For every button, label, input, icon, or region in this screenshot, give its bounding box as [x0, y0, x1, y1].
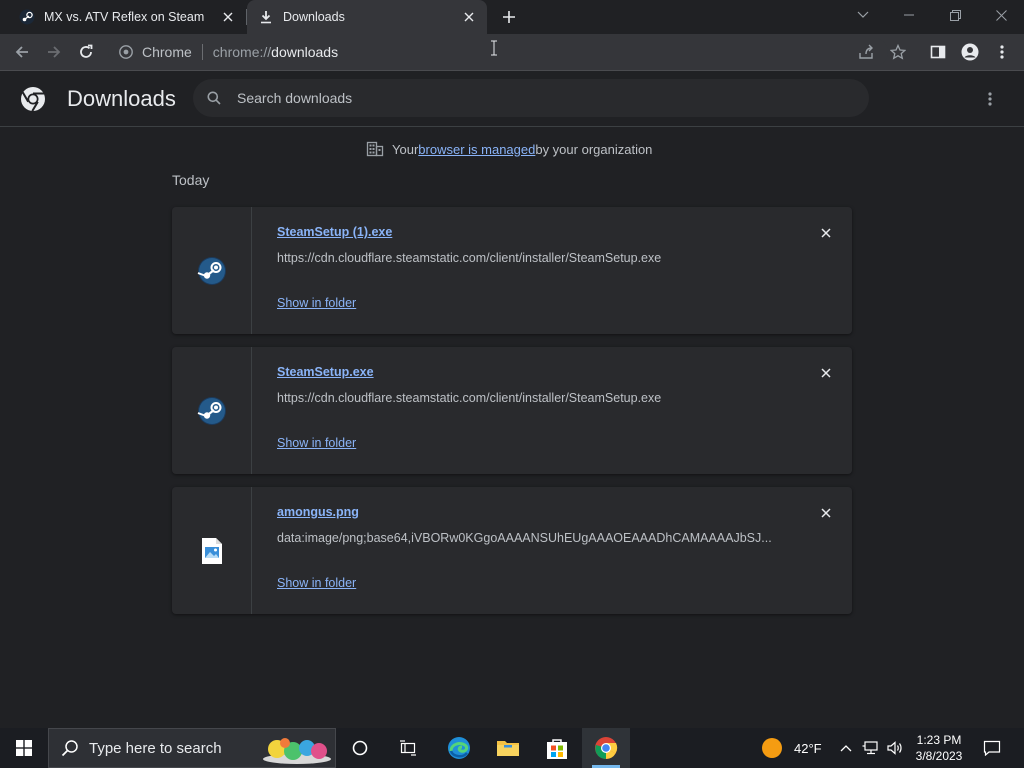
taskbar-search-placeholder: Type here to search: [89, 739, 222, 757]
search-icon: [61, 740, 78, 757]
address-bar[interactable]: Chrome chrome:// downloads: [108, 38, 888, 66]
remove-item-close-icon[interactable]: [818, 365, 834, 381]
taskbar-search-box[interactable]: Type here to search: [48, 728, 336, 768]
file-name-link[interactable]: SteamSetup.exe: [277, 365, 374, 379]
chrome-logo-icon: [20, 86, 46, 112]
downloads-header: Downloads: [0, 71, 1024, 127]
url-scheme: chrome://: [212, 44, 272, 60]
search-downloads-input[interactable]: [237, 90, 837, 106]
network-icon[interactable]: [860, 728, 882, 768]
volume-icon[interactable]: [884, 728, 906, 768]
chrome-icon: [595, 737, 618, 759]
omnibox-separator: [201, 44, 203, 60]
clock-time: 1:23 PM: [916, 733, 962, 747]
cortana-button[interactable]: [336, 728, 384, 768]
download-item: SteamSetup (1).exe https://cdn.cloudflar…: [172, 207, 852, 334]
taskbar-edge[interactable]: [435, 728, 483, 768]
file-name-link[interactable]: amongus.png: [277, 505, 359, 519]
chrome-icon: [118, 44, 134, 60]
sun-icon: [762, 738, 782, 758]
steam-icon: [197, 396, 226, 425]
edge-icon: [448, 737, 470, 759]
title-bar: MX vs. ATV Reflex on Steam Downloads: [0, 0, 1024, 34]
tab-title: MX vs. ATV Reflex on Steam: [44, 10, 205, 24]
taskbar-chrome[interactable]: [582, 728, 630, 768]
file-icon-column: [172, 347, 252, 474]
download-item: SteamSetup.exe https://cdn.cloudflare.st…: [172, 347, 852, 474]
minimize-button[interactable]: [886, 0, 932, 30]
omnibox-chrome-label: Chrome: [142, 44, 192, 60]
taskbar-file-explorer[interactable]: [484, 728, 532, 768]
download-item: amongus.png data:image/png;base64,iVBORw…: [172, 487, 852, 614]
downloads-more-menu-icon[interactable]: [980, 89, 1000, 109]
windows-taskbar: Type here to search 42°F 1:23 PM 3/8/202…: [0, 728, 1024, 768]
task-view-icon: [400, 740, 416, 756]
text-cursor-icon: [490, 40, 498, 56]
file-icon-column: [172, 487, 252, 614]
image-file-icon: [201, 537, 222, 564]
close-window-button[interactable]: [978, 0, 1024, 30]
browser-toolbar: Chrome chrome:// downloads: [0, 34, 1024, 71]
task-view-button[interactable]: [384, 728, 432, 768]
tab-search-chevron-icon[interactable]: [840, 0, 886, 30]
windows-logo-icon: [16, 740, 32, 756]
weather-temperature: 42°F: [794, 740, 822, 756]
managed-suffix: by your organization: [535, 141, 653, 157]
steam-icon: [197, 256, 226, 285]
start-button[interactable]: [0, 728, 48, 768]
taskbar-microsoft-store[interactable]: [533, 728, 581, 768]
page-title: Downloads: [67, 86, 176, 111]
profile-avatar-icon[interactable]: [958, 40, 982, 64]
cortana-circle-icon: [352, 740, 368, 756]
taskbar-clock[interactable]: 1:23 PM 3/8/2023: [906, 732, 972, 764]
section-date-label: Today: [172, 172, 210, 188]
restore-button[interactable]: [932, 0, 978, 30]
steam-icon: [19, 9, 35, 25]
file-name-link[interactable]: SteamSetup (1).exe: [277, 225, 392, 239]
tab-steam-store[interactable]: MX vs. ATV Reflex on Steam: [8, 0, 246, 34]
search-downloads-box[interactable]: [193, 79, 869, 117]
tab-title: Downloads: [283, 10, 345, 24]
file-icon-column: [172, 207, 252, 334]
close-icon[interactable]: [220, 9, 236, 25]
file-source-url[interactable]: https://cdn.cloudflare.steamstatic.com/c…: [277, 391, 777, 405]
file-source-url[interactable]: data:image/png;base64,iVBORw0KGgoAAAANSU…: [277, 531, 777, 545]
share-icon[interactable]: [854, 40, 878, 64]
notification-icon: [983, 740, 1001, 756]
store-bag-icon: [547, 739, 567, 759]
taskbar-weather[interactable]: 42°F: [762, 728, 822, 768]
folder-icon: [497, 741, 519, 756]
clock-date: 3/8/2023: [915, 749, 963, 763]
download-icon: [258, 9, 274, 25]
search-icon: [205, 89, 223, 107]
back-button[interactable]: [10, 40, 34, 64]
reload-button[interactable]: [74, 40, 98, 64]
browser-managed-link[interactable]: browser is managed: [418, 142, 535, 157]
bookmark-star-icon[interactable]: [886, 40, 910, 64]
side-panel-icon[interactable]: [926, 40, 950, 64]
show-in-folder-link[interactable]: Show in folder: [277, 436, 356, 450]
building-icon: [366, 141, 384, 157]
remove-item-close-icon[interactable]: [818, 225, 834, 241]
tab-downloads[interactable]: Downloads: [247, 0, 487, 34]
show-hidden-icons-chevron-icon[interactable]: [838, 728, 854, 768]
managed-notice: Your browser is managed by your organiza…: [366, 140, 652, 158]
new-tab-button[interactable]: [499, 7, 519, 27]
remove-item-close-icon[interactable]: [818, 505, 834, 521]
show-in-folder-link[interactable]: Show in folder: [277, 576, 356, 590]
close-icon[interactable]: [461, 9, 477, 25]
managed-prefix: Your: [392, 141, 419, 157]
url-host: downloads: [271, 44, 339, 60]
show-in-folder-link[interactable]: Show in folder: [277, 296, 356, 310]
chrome-menu-icon[interactable]: [990, 40, 1014, 64]
search-highlight-art-icon: [263, 738, 331, 764]
forward-button[interactable]: [42, 40, 66, 64]
file-source-url[interactable]: https://cdn.cloudflare.steamstatic.com/c…: [277, 251, 777, 265]
notification-center-button[interactable]: [980, 728, 1004, 768]
